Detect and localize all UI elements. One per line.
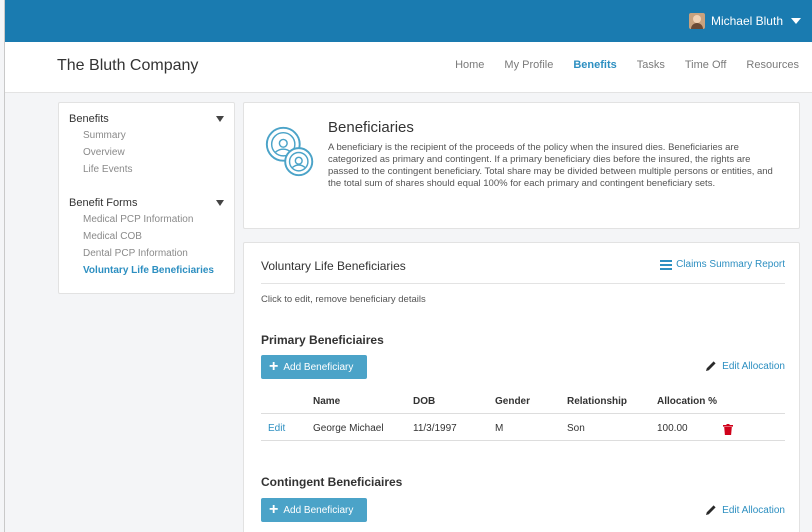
beneficiaries-card: Voluntary Life Beneficiaries Claims Summ…: [243, 242, 800, 532]
sidebar-item-voluntary-life[interactable]: Voluntary Life Beneficiaries: [69, 262, 224, 279]
header-relationship: Relationship: [567, 396, 628, 407]
company-name: The Bluth Company: [57, 57, 199, 74]
intro-card: Beneficiaries A beneficiary is the recip…: [243, 102, 800, 229]
button-label: Add Beneficiary: [283, 504, 354, 516]
sidebar-item-medical-pcp[interactable]: Medical PCP Information: [69, 211, 224, 228]
sidebar-item-overview[interactable]: Overview: [69, 144, 224, 161]
intro-description: A beneficiary is the recipient of the pr…: [328, 142, 773, 189]
header: The Bluth Company Home My Profile Benefi…: [5, 42, 812, 93]
header-name: Name: [313, 396, 341, 407]
claims-summary-label: Claims Summary Report: [676, 259, 785, 270]
user-name: Michael Bluth: [710, 14, 783, 28]
sidebar-group-label: Benefit Forms: [69, 197, 138, 209]
cell-gender: M: [495, 423, 504, 434]
nav-resources[interactable]: Resources: [746, 59, 799, 71]
contingent-title: Contingent Beneficiaires: [261, 475, 403, 489]
app-window: Michael Bluth The Bluth Company Home My …: [4, 0, 812, 532]
top-bar: Michael Bluth: [5, 0, 812, 42]
main-nav: Home My Profile Benefits Tasks Time Off …: [455, 59, 799, 71]
nav-tasks[interactable]: Tasks: [637, 59, 665, 71]
sidebar-group-title[interactable]: Benefit Forms: [69, 195, 224, 211]
sidebar-group-title[interactable]: Benefits: [69, 111, 224, 127]
edit-allocation-contingent[interactable]: Edit Allocation: [705, 504, 785, 516]
edit-allocation-label: Edit Allocation: [722, 360, 785, 372]
header-allocation: Allocation %: [657, 396, 718, 407]
header-dob: DOB: [413, 396, 436, 407]
nav-my-profile[interactable]: My Profile: [504, 59, 553, 71]
plus-icon: +: [269, 358, 279, 375]
nav-time-off[interactable]: Time Off: [685, 59, 727, 71]
divider: [261, 283, 785, 284]
hint-text: Click to edit, remove beneficiary detail…: [261, 294, 426, 305]
sidebar-group-benefit-forms: Benefit Forms Medical PCP Information Me…: [69, 195, 224, 279]
caret-down-icon[interactable]: [216, 200, 224, 206]
intro-title: Beneficiaries: [328, 119, 414, 136]
trash-icon[interactable]: [723, 424, 733, 435]
sidebar: Benefits Summary Overview Life Events Be…: [58, 102, 235, 294]
edit-allocation-label: Edit Allocation: [722, 504, 785, 516]
button-label: Add Beneficiary: [283, 361, 354, 373]
sidebar-group-benefits: Benefits Summary Overview Life Events: [69, 111, 224, 178]
claims-summary-link[interactable]: Claims Summary Report: [660, 259, 785, 270]
sidebar-group-label: Benefits: [69, 113, 109, 125]
sidebar-item-dental-pcp[interactable]: Dental PCP Information: [69, 245, 224, 262]
section-title: Voluntary Life Beneficiaries: [261, 259, 406, 273]
sidebar-item-medical-cob[interactable]: Medical COB: [69, 228, 224, 245]
chevron-down-icon: [791, 18, 801, 24]
cell-allocation: 100.00: [657, 423, 688, 434]
add-contingent-beneficiary-button[interactable]: + Add Beneficiary: [261, 498, 367, 522]
cell-dob: 11/3/1997: [413, 423, 457, 434]
primary-title: Primary Beneficiaires: [261, 333, 384, 347]
table-header: Name DOB Gender Relationship Allocation …: [261, 391, 785, 414]
sidebar-item-life-events[interactable]: Life Events: [69, 161, 224, 178]
avatar: [688, 13, 705, 29]
table-row[interactable]: Edit George Michael 11/3/1997 M Son 100.…: [261, 418, 785, 441]
user-menu[interactable]: Michael Bluth: [688, 10, 801, 32]
add-primary-beneficiary-button[interactable]: + Add Beneficiary: [261, 355, 367, 379]
edit-allocation-primary[interactable]: Edit Allocation: [705, 360, 785, 372]
edit-link[interactable]: Edit: [268, 423, 285, 434]
pencil-icon: [706, 505, 716, 515]
pencil-icon: [706, 361, 716, 371]
nav-home[interactable]: Home: [455, 59, 484, 71]
cell-name: George Michael: [313, 423, 384, 434]
nav-benefits[interactable]: Benefits: [573, 59, 616, 71]
cell-relationship: Son: [567, 423, 585, 434]
caret-down-icon[interactable]: [216, 116, 224, 122]
header-gender: Gender: [495, 396, 531, 407]
sidebar-item-summary[interactable]: Summary: [69, 127, 224, 144]
beneficiaries-icon: [265, 126, 314, 177]
list-icon: [660, 260, 673, 270]
plus-icon: +: [269, 501, 279, 518]
